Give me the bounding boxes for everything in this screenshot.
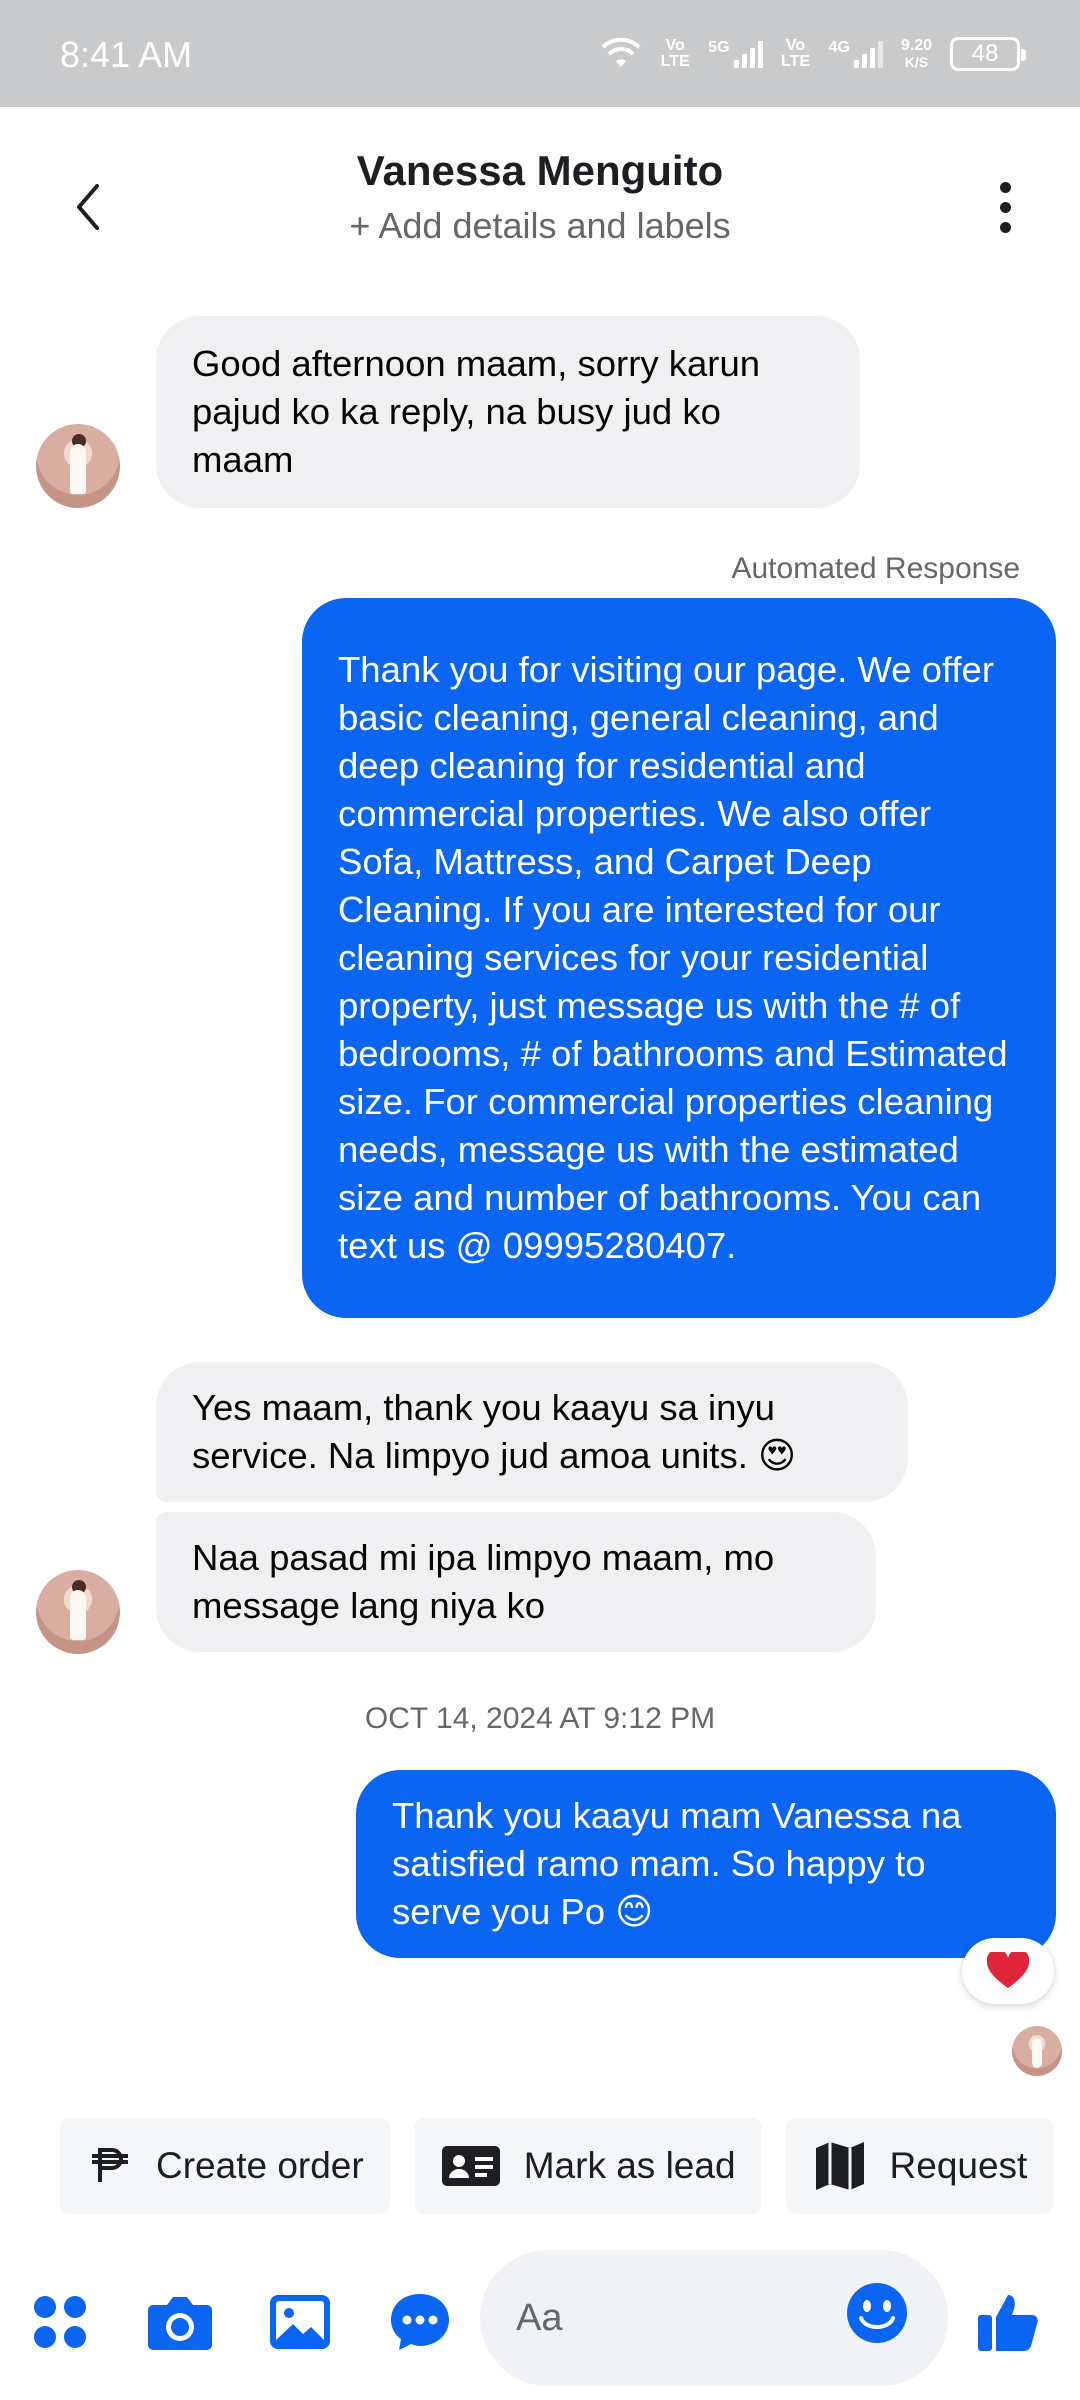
outgoing-message[interactable]: Thank you kaayu mam Vanessa na satisfied… — [356, 1770, 1056, 1958]
mark-as-lead-label: Mark as lead — [523, 2145, 736, 2186]
message-input-wrapper — [480, 2250, 948, 2386]
incoming-message[interactable]: Good afternoon maam, sorry karun pajud k… — [156, 316, 860, 508]
status-bar: 8:41 AM Vo LTE 5G Vo LTE 4G 9.20 K/S 48 — [0, 0, 1080, 107]
smiley-icon — [847, 2283, 907, 2343]
request-label: Request — [889, 2145, 1028, 2186]
message-input[interactable] — [516, 2286, 816, 2350]
chat-timestamp: OCT 14, 2024 AT 9:12 PM — [364, 1702, 716, 1735]
incoming-message[interactable]: Yes maam, thank you kaayu sa inyu servic… — [156, 1362, 908, 1502]
create-order-label: Create order — [156, 2145, 364, 2186]
message-text: Thank you kaayu mam Vanessa na satisfied… — [392, 1795, 962, 1932]
signal-4g: 4G — [829, 40, 883, 68]
more-vertical-icon — [999, 181, 1011, 193]
contact-avatar[interactable] — [36, 424, 120, 508]
id-card-icon — [441, 2146, 500, 2186]
message-text: Thank you for visiting our page. We offe… — [338, 649, 1008, 1266]
chat-bubble-icon — [391, 2294, 449, 2350]
chat-header: Vanessa Menguito + Add details and label… — [0, 107, 1080, 287]
volte-badge-2: Vo LTE — [781, 37, 811, 70]
gallery-icon — [270, 2295, 330, 2349]
seen-avatar — [1012, 2026, 1062, 2076]
mark-as-lead-button[interactable]: Mark as lead — [413, 2118, 762, 2214]
thumbs-up-icon — [978, 2295, 1038, 2351]
camera-button[interactable] — [144, 2286, 216, 2358]
message-text: Naa pasad mi ipa limpyo maam, mo message… — [192, 1537, 775, 1626]
wifi-icon — [601, 37, 641, 67]
chat-bubble-button[interactable] — [384, 2286, 456, 2358]
create-order-button[interactable]: Create order — [60, 2118, 390, 2214]
message-text: Good afternoon maam, sorry karun pajud k… — [192, 343, 761, 480]
signal-bars-icon — [733, 40, 763, 68]
net-speed: 9.20 K/S — [900, 37, 932, 71]
signal-bars-icon — [853, 40, 883, 68]
incoming-message[interactable]: Naa pasad mi ipa limpyo maam, mo message… — [156, 1512, 876, 1652]
signal-5g: 5G — [708, 40, 763, 68]
contact-name[interactable]: Vanessa Menguito — [0, 147, 1080, 195]
apps-icon — [34, 2296, 86, 2348]
peso-icon — [92, 2148, 128, 2182]
automated-response-label: Automated Response — [731, 552, 1020, 585]
volte-badge-1: Vo LTE — [660, 37, 690, 70]
camera-icon — [148, 2297, 212, 2350]
request-button[interactable]: Request — [785, 2118, 1054, 2214]
apps-button[interactable] — [24, 2286, 96, 2358]
heart-reaction[interactable] — [962, 1938, 1054, 2004]
map-icon — [815, 2142, 864, 2190]
more-options-button[interactable] — [980, 167, 1030, 247]
add-details-link[interactable]: + Add details and labels — [0, 205, 1080, 247]
contact-avatar[interactable] — [36, 1570, 120, 1654]
heart-icon — [987, 1952, 1029, 1988]
status-icons: Vo LTE 5G Vo LTE 4G 9.20 K/S 48 — [600, 32, 1026, 76]
gallery-button[interactable] — [264, 2286, 336, 2358]
outgoing-message[interactable]: Thank you for visiting our page. We offe… — [302, 598, 1056, 1318]
message-text: Yes maam, thank you kaayu sa inyu servic… — [192, 1387, 797, 1476]
status-time: 8:41 AM — [60, 34, 193, 75]
emoji-button[interactable] — [846, 2282, 918, 2354]
composer-bar — [0, 2236, 1080, 2400]
quick-actions-bar: Create order Mark as lead Request — [60, 2118, 1054, 2214]
thumbs-up-button[interactable] — [972, 2286, 1044, 2358]
battery-icon: 48 — [950, 37, 1026, 71]
